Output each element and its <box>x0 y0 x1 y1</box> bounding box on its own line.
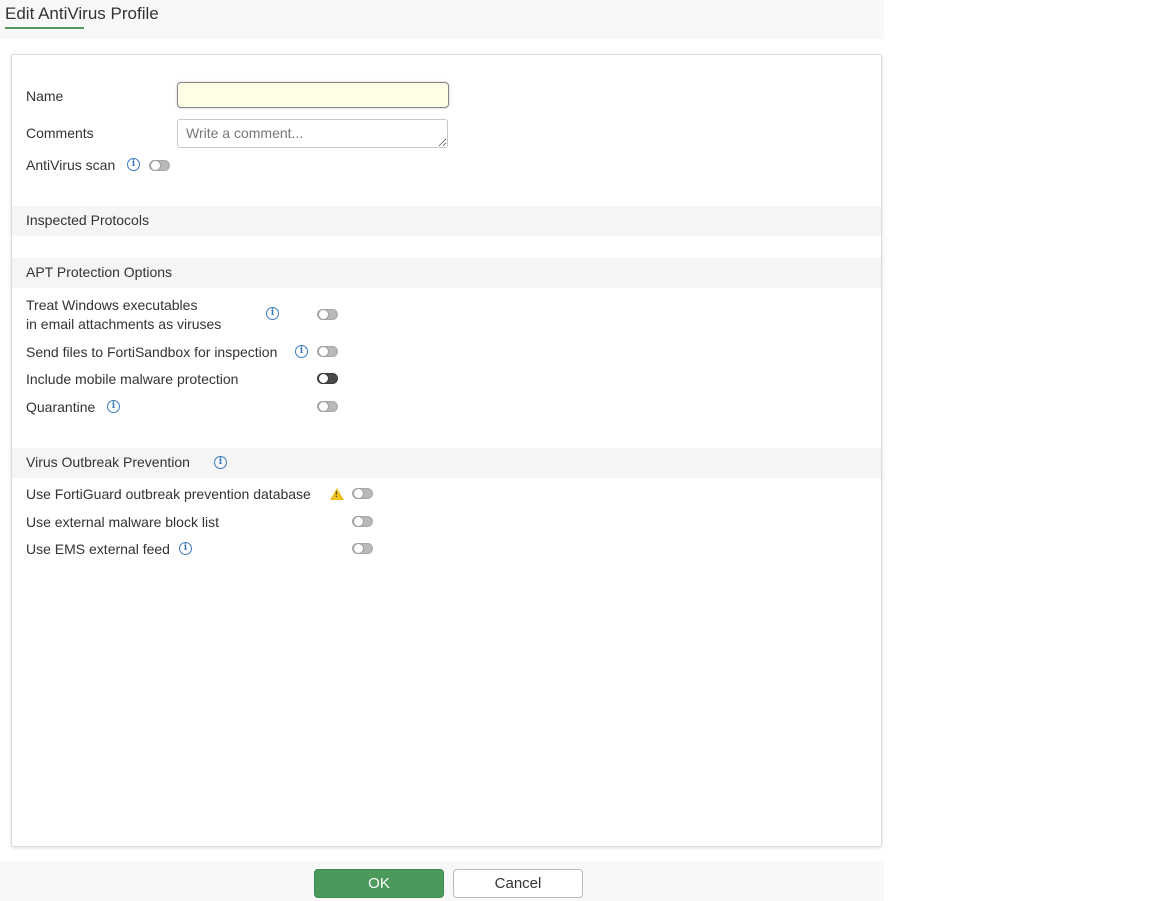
sandbox-label: Send files to FortiSandbox for inspectio… <box>26 344 278 360</box>
section-outbreak-prevention: Virus Outbreak Prevention i <box>12 448 881 478</box>
page-title: Edit AntiVirus Profile <box>5 4 159 23</box>
treat-executables-label-line2: in email attachments as viruses <box>26 316 222 332</box>
external-block-list-toggle[interactable] <box>352 516 373 527</box>
mobile-malware-label: Include mobile malware protection <box>26 371 239 387</box>
treat-executables-label-line1: Treat Windows executables <box>26 297 198 313</box>
mobile-malware-toggle[interactable] <box>317 373 338 384</box>
comments-label: Comments <box>26 125 94 141</box>
ems-feed-toggle[interactable] <box>352 543 373 554</box>
info-icon[interactable]: i <box>295 345 308 358</box>
info-icon[interactable]: i <box>179 542 192 555</box>
form-panel: Name Comments AntiVirus scan i Inspected… <box>11 54 882 847</box>
info-icon[interactable]: i <box>214 456 227 469</box>
fortiguard-outbreak-toggle[interactable] <box>352 488 373 499</box>
name-label: Name <box>26 88 64 104</box>
fortiguard-outbreak-label: Use FortiGuard outbreak prevention datab… <box>26 486 311 502</box>
ems-feed-label: Use EMS external feed <box>26 541 170 557</box>
warning-icon[interactable]: ! <box>330 488 344 500</box>
section-title: Inspected Protocols <box>26 212 149 228</box>
quarantine-toggle[interactable] <box>317 401 338 412</box>
sandbox-toggle[interactable] <box>317 346 338 357</box>
title-underline <box>5 27 84 29</box>
antivirus-scan-label: AntiVirus scan <box>26 157 116 173</box>
quarantine-label: Quarantine <box>26 399 96 415</box>
info-icon[interactable]: i <box>266 307 279 320</box>
antivirus-scan-toggle[interactable] <box>149 160 170 171</box>
section-apt-protection: APT Protection Options <box>12 258 881 288</box>
external-block-list-label: Use external malware block list <box>26 514 219 530</box>
info-icon[interactable]: i <box>127 158 140 171</box>
comments-textarea[interactable] <box>177 119 448 148</box>
name-input[interactable] <box>177 82 449 108</box>
section-inspected-protocols: Inspected Protocols <box>12 206 881 236</box>
section-title: APT Protection Options <box>26 264 173 280</box>
dialog-footer: OK Cancel <box>0 861 884 901</box>
page-header: Edit AntiVirus Profile <box>0 0 884 39</box>
info-icon[interactable]: i <box>107 400 120 413</box>
section-title: Virus Outbreak Prevention <box>26 454 190 470</box>
ok-button[interactable]: OK <box>314 869 444 898</box>
cancel-button[interactable]: Cancel <box>453 869 583 898</box>
treat-executables-toggle[interactable] <box>317 309 338 320</box>
